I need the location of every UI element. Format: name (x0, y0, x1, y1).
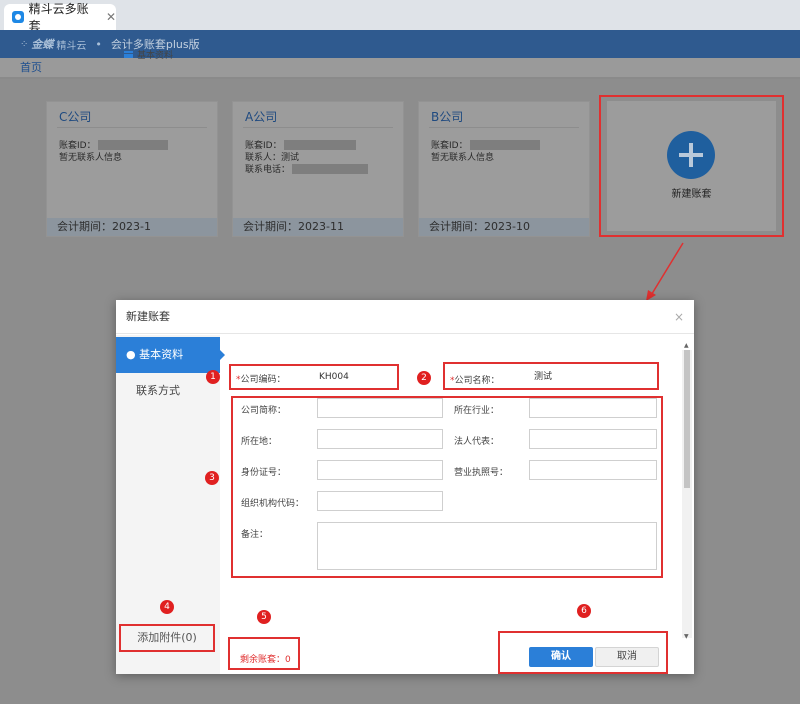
new-account-card[interactable]: 新建账套 (599, 95, 784, 237)
card-period: 会计期间：2023-11 (233, 218, 403, 236)
badge-4: 4 (160, 600, 174, 614)
card-contact-row: 暂无联系人信息 (431, 150, 494, 163)
card-title: C公司 (59, 110, 92, 124)
annotation-box-1 (229, 364, 399, 390)
badge-5: 5 (257, 610, 271, 624)
scroll-down-icon[interactable]: ▼ (684, 633, 689, 640)
sidebar-item-contact[interactable]: 联系方式 (116, 373, 220, 409)
plus-icon[interactable] (667, 131, 715, 179)
badge-2: 2 (417, 371, 431, 385)
masked-value (469, 139, 540, 150)
masked-value (283, 139, 356, 150)
new-account-card-body[interactable]: 新建账套 (607, 101, 776, 231)
section-title: 基本资料 (124, 48, 173, 61)
nav-home-link[interactable]: 首页 (20, 61, 42, 74)
browser-tab-title: 精斗云多账套 (28, 2, 89, 33)
confirm-button[interactable]: 确认 (529, 647, 593, 667)
masked-value (97, 139, 168, 150)
card-divider (429, 127, 579, 128)
card-phone-row: 联系电话： (245, 162, 369, 175)
scroll-up-icon[interactable]: ▲ (684, 342, 689, 349)
card-contact-label: 暂无联系人信息 (59, 153, 123, 163)
list-icon (124, 51, 133, 58)
remaining-accounts: 剩余账套：0 (240, 655, 291, 665)
badge-6: 6 (577, 604, 591, 618)
close-icon[interactable]: × (674, 300, 684, 334)
card-phone-label: 联系电话： (245, 165, 291, 175)
browser-tab[interactable]: 精斗云多账套 ✕ (4, 2, 116, 33)
badge-3: 3 (205, 471, 219, 485)
logo-text: 金蝶 (31, 38, 54, 51)
card-period: 会计期间：2023-10 (419, 218, 589, 236)
masked-value (292, 163, 369, 174)
scroll-thumb[interactable] (684, 350, 690, 488)
account-card-b[interactable]: B公司 账套ID： 暂无联系人信息 会计期间：2023-10 (418, 101, 590, 237)
account-card-c[interactable]: C公司 账套ID： 暂无联系人信息 会计期间：2023-1 (46, 101, 218, 237)
sidebar-item-basic[interactable]: ● 基本资料 (116, 337, 225, 373)
breadcrumb: 首页 (0, 58, 800, 78)
app-favicon-icon (12, 11, 24, 23)
card-period: 会计期间：2023-1 (47, 218, 217, 236)
card-title: A公司 (245, 110, 278, 124)
account-card-a[interactable]: A公司 账套ID： 联系人：测试 联系电话： 会计期间：2023-11 (232, 101, 404, 237)
card-title: B公司 (431, 110, 464, 124)
form-scrollbar[interactable]: ▲ ▼ (682, 342, 692, 640)
close-tab-icon[interactable]: ✕ (106, 10, 116, 24)
card-divider (243, 127, 393, 128)
logo-icon: ⁘ (20, 38, 29, 50)
dialog-title: 新建账套 (126, 310, 170, 323)
new-account-label: 新建账套 (671, 189, 712, 200)
add-attachment-button[interactable]: 添加附件(0) (119, 624, 215, 652)
section-title-text: 基本资料 (137, 51, 174, 61)
card-divider (57, 127, 207, 128)
annotation-box-2 (443, 362, 659, 390)
dialog-header: 新建账套 × (116, 300, 694, 334)
app-header: ⁘ 金蝶 精斗云 • 会计多账套plus版 (0, 30, 800, 58)
card-contact-row: 暂无联系人信息 (59, 150, 122, 163)
cancel-button[interactable]: 取消 (595, 647, 659, 667)
logo-subtext: 精斗云 (56, 40, 87, 52)
browser-tab-strip: 精斗云多账套 ✕ (0, 0, 800, 33)
annotation-box-3 (231, 396, 663, 578)
header-separator: • (95, 37, 102, 51)
card-contact-label: 暂无联系人信息 (431, 153, 495, 163)
badge-1: 1 (206, 370, 220, 384)
